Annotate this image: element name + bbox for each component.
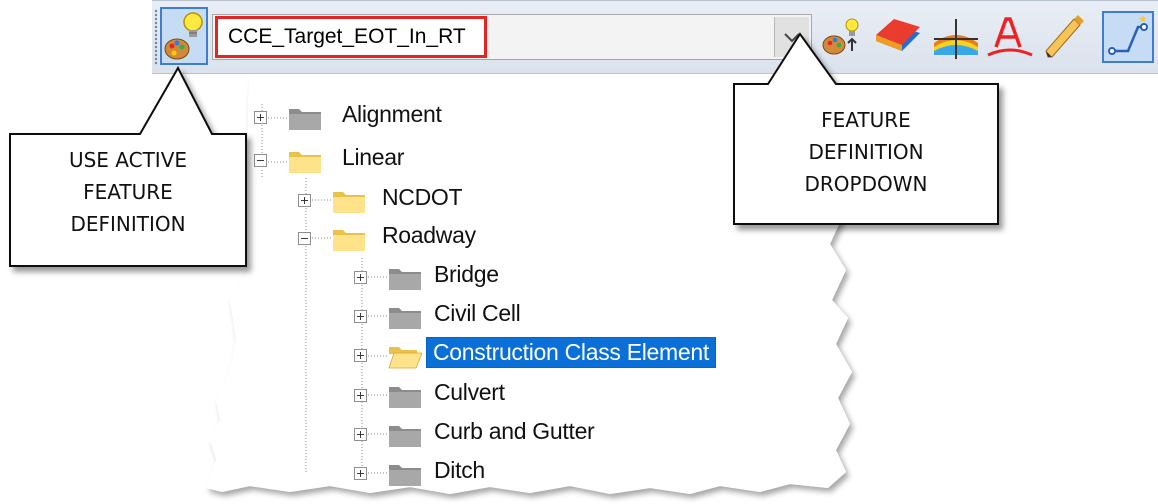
left-callout: USE ACTIVE FEATURE DEFINITION <box>10 144 246 240</box>
callout-line: DROPDOWN <box>804 172 928 196</box>
callout-line: FEATURE <box>821 108 911 132</box>
callout-shapes <box>9 32 999 267</box>
callout-line: FEATURE <box>83 180 173 204</box>
callout-line: DEFINITION <box>70 212 186 236</box>
right-callout: FEATURE DEFINITION DROPDOWN <box>734 104 998 200</box>
callout-line: USE ACTIVE <box>68 148 188 172</box>
callout-line: DEFINITION <box>808 140 924 164</box>
